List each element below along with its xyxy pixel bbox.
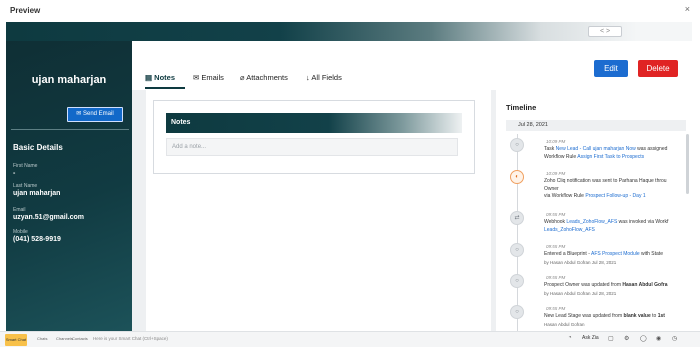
divider — [11, 129, 129, 130]
bell-icon[interactable]: ◉ — [656, 335, 661, 342]
tab-notes[interactable]: ▤ Notes — [145, 73, 175, 82]
timeline-text: New Lead Stage was updated from blank va… — [544, 313, 692, 329]
update-icon: ○ — [510, 305, 524, 319]
user-icon[interactable]: ◯ — [640, 335, 647, 342]
notes-card: Notes Add a note... — [153, 100, 475, 174]
notes-icon: ▤ — [145, 73, 155, 82]
record-name: ujan maharjan — [31, 74, 107, 86]
text-part: Webhook — [544, 219, 567, 225]
text-part: with State — [639, 251, 663, 257]
timeline-time: 09:55 PM — [546, 212, 566, 217]
text-part: New Lead Stage was updated from — [544, 313, 624, 319]
text-part: blank value — [623, 313, 651, 319]
calendar-icon[interactable]: ▢ — [608, 335, 614, 342]
workflow-link[interactable]: Prospect Follow-up - Day 1 — [585, 193, 645, 199]
last-name-value: ujan maharjan — [13, 190, 61, 197]
text-part: Zoho Cliq notification was sent to Parha… — [544, 178, 667, 184]
text-part: Entered a Blueprint - — [544, 251, 591, 257]
send-email-button[interactable]: ✉ Send Email — [67, 107, 123, 122]
last-name-label: Last Name — [13, 183, 38, 189]
webhook-icon: ⇄ — [510, 211, 524, 225]
tab-emails[interactable]: ✉ Emails — [193, 73, 224, 82]
preview-header: Preview × — [0, 0, 700, 22]
timeline-text: Task New Lead - Call ujan maharjan Now w… — [544, 146, 692, 161]
text-part: was invoked via Workf — [617, 219, 669, 225]
mobile-value[interactable]: (041) 528-9919 — [13, 236, 61, 243]
text-part: Hasan Abdul Gofra — [622, 282, 668, 288]
record-summary-panel: ujan maharjan ✉ Send Email Basic Details… — [6, 41, 132, 331]
timeline-date: Jul 28, 2021 — [506, 120, 686, 131]
timeline-text: Zoho Cliq notification was sent to Parha… — [544, 178, 692, 201]
smart-chat-input[interactable]: Here is your Smart Chat (Ctrl+Space) — [93, 336, 168, 341]
timeline-panel: Timeline Jul 28, 2021 ○ 10:09 PM Task Ne… — [496, 90, 692, 331]
add-note-input[interactable]: Add a note... — [166, 138, 458, 156]
bottom-bar: Smart Chat Chats Channels Contacts Here … — [0, 331, 700, 347]
text-part: to — [650, 313, 658, 319]
edit-button[interactable]: Edit — [594, 60, 628, 77]
blueprint-link[interactable]: AFS Prospect Module — [591, 251, 640, 257]
timeline-time: 10:09 PM — [546, 171, 566, 176]
active-tab-indicator — [145, 87, 185, 89]
text-part: by Hasan Abdul Gofran Jul 28, 2021 — [544, 290, 617, 296]
task-link[interactable]: New Lead - Call ujan maharjan Now — [556, 146, 636, 152]
clock-icon[interactable]: ◷ — [672, 335, 677, 342]
timeline-time: 09:55 PM — [546, 275, 566, 280]
chats-tab[interactable]: Chats — [37, 336, 47, 341]
workflow-link[interactable]: Leads_ZohoFlow_AFS — [544, 227, 595, 233]
workflow-link[interactable]: Assign First Task to Prospects — [577, 154, 644, 160]
first-name-label: First Name — [13, 163, 38, 169]
close-icon[interactable]: × — [685, 4, 690, 14]
text-part: 1st — [657, 313, 665, 319]
timeline-line — [517, 134, 518, 331]
text-part: was assigned — [635, 146, 668, 152]
timeline-text: Webhook Leads_ZohoFlow_AFS was invoked v… — [544, 219, 692, 234]
tab-bar: ▤ Notes ✉ Emails ⌀ Attachments ↓ All Fie… — [132, 41, 692, 90]
ask-zia-button[interactable]: Ask Zia — [582, 335, 599, 341]
timeline-text: Prospect Owner was updated from Hasan Ab… — [544, 282, 692, 298]
contacts-tab[interactable]: Contacts — [72, 336, 88, 341]
notes-header: Notes — [166, 113, 462, 133]
channels-tab[interactable]: Channels — [56, 336, 73, 341]
window-title: Preview — [10, 6, 41, 15]
task-icon: ○ — [510, 138, 524, 152]
timeline-title: Timeline — [506, 103, 537, 112]
text-part: Workflow Rule — [544, 153, 578, 160]
smart-chat-logo[interactable]: Smart Chat — [5, 334, 27, 346]
tab-attachments-label: Attachments — [246, 73, 288, 82]
update-icon: ○ — [510, 274, 524, 288]
send-email-label: Send Email — [83, 111, 114, 117]
text-part: Prospect Owner was updated from — [544, 282, 623, 288]
notes-panel: Notes Add a note... — [146, 90, 491, 331]
envelope-icon: ✉ — [76, 111, 83, 117]
tab-all-fields-label: All Fields — [311, 73, 342, 82]
tab-attachments[interactable]: ⌀ Attachments — [240, 73, 288, 82]
text-part: Task — [544, 146, 556, 152]
mobile-label: Mobile — [13, 229, 28, 235]
text-part: Owner — [544, 185, 559, 192]
webhook-link[interactable]: Leads_ZohoFlow_AFS — [566, 219, 617, 225]
record-pager[interactable]: < > — [588, 26, 622, 37]
delete-button[interactable]: Delete — [638, 60, 678, 77]
tab-all-fields[interactable]: ↓ All Fields — [306, 73, 342, 82]
settings-icon[interactable]: ⚙ — [624, 335, 629, 342]
email-value[interactable]: uzyan.51@gmail.com — [13, 214, 84, 221]
notification-icon[interactable]: ◔ — [568, 335, 572, 341]
text-part: Hasan Abdul Gofran — [544, 321, 585, 327]
text-part: via Workflow Rule — [544, 193, 586, 199]
email-label: Email — [13, 207, 26, 213]
timeline-time: 09:55 PM — [546, 306, 566, 311]
blueprint-icon: ○ — [510, 243, 524, 257]
text-part: by Hasan Abdul Gofran Jul 28, 2021 — [544, 259, 617, 265]
tab-notes-label: Notes — [154, 73, 176, 82]
first-name-value: - — [13, 170, 16, 177]
record-banner: < > — [6, 22, 692, 41]
cliq-icon: ◐ — [510, 170, 524, 184]
tab-emails-label: Emails — [201, 73, 224, 82]
timeline-text: Entered a Blueprint - AFS Prospect Modul… — [544, 251, 692, 267]
basic-details-title: Basic Details — [13, 143, 63, 152]
timeline-time: 10:09 PM — [546, 139, 566, 144]
timeline-time: 09:55 PM — [546, 244, 566, 249]
